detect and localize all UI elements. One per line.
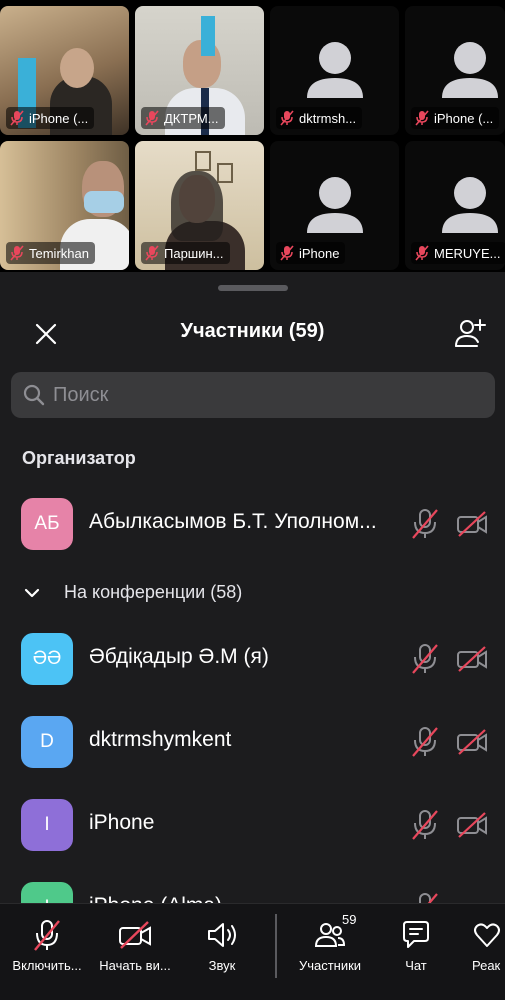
participants-label: Участники xyxy=(298,958,362,973)
participant-name: iPhone xyxy=(89,811,155,834)
participant-name: Абылкасымов Б.Т. Уполном... xyxy=(89,510,377,533)
tile-name-bar: Temirkhan xyxy=(6,242,95,264)
chat-button[interactable]: Чат xyxy=(392,918,440,973)
face-mask xyxy=(84,191,124,213)
start-video-button[interactable]: Начать ви... xyxy=(95,918,175,973)
participant-row[interactable]: ӘӘ Әбдіқадыр Ә.М (я) xyxy=(0,629,505,689)
participant-name: Әбдіқадыр Ә.М (я) xyxy=(89,645,269,668)
chevron-down-icon xyxy=(24,588,40,597)
sheet-header: Участники (59) xyxy=(0,310,505,354)
mic-off-icon[interactable] xyxy=(410,809,440,841)
video-off-icon[interactable] xyxy=(456,645,488,673)
avatar: I xyxy=(21,799,73,851)
tile-name: MERUYE... xyxy=(434,245,501,261)
unmute-label: Включить... xyxy=(12,958,82,973)
mic-off-icon[interactable] xyxy=(410,726,440,758)
tile-name: iPhone (... xyxy=(29,110,89,126)
organizer-section-label: Организатор xyxy=(22,448,136,468)
mic-off-icon xyxy=(280,110,294,126)
toolbar-divider xyxy=(275,914,277,978)
video-off-icon[interactable] xyxy=(456,510,488,538)
tile-name-bar: Паршин... xyxy=(141,242,230,264)
tile-name-bar: MERUYE... xyxy=(411,242,505,264)
unmute-button[interactable]: Включить... xyxy=(8,918,86,973)
tile-name: iPhone xyxy=(299,245,340,261)
video-tile[interactable]: MERUYE... xyxy=(405,141,505,270)
mic-off-icon xyxy=(10,245,24,261)
add-user-icon[interactable] xyxy=(453,316,487,350)
participants-sheet: Участники (59) Организатор АБ Абылкасымо… xyxy=(0,272,505,1000)
mic-off-icon[interactable] xyxy=(410,643,440,675)
avatar-placeholder-icon xyxy=(442,177,498,233)
participants-button[interactable]: 59 Участники xyxy=(292,912,368,973)
tile-name: Temirkhan xyxy=(29,245,89,261)
participant-row[interactable]: D dktrmshymkent xyxy=(0,712,505,772)
video-tile[interactable]: ДКТРМ... xyxy=(135,6,264,135)
video-tile[interactable]: Temirkhan xyxy=(0,141,129,270)
search-input[interactable] xyxy=(53,383,473,407)
flag xyxy=(201,16,215,56)
participant-row-organizer[interactable]: АБ Абылкасымов Б.Т. Уполном... xyxy=(0,494,505,554)
tile-name-bar: dktrmsh... xyxy=(276,107,363,129)
conference-group-toggle[interactable]: На конференции (58) xyxy=(22,582,242,603)
mic-off-icon xyxy=(145,245,159,261)
mic-off-icon xyxy=(145,110,159,126)
tile-name: dktrmsh... xyxy=(299,110,357,126)
audio-label: Звук xyxy=(208,958,236,973)
avatar-placeholder-icon xyxy=(442,42,498,98)
participant-name: dktrmshymkent xyxy=(89,728,232,751)
meeting-toolbar: Включить... Начать ви... Звук 59 Участни… xyxy=(0,903,505,1000)
avatar-placeholder-icon xyxy=(306,177,363,233)
video-grid: iPhone (... ДКТРМ... dktrmsh... iPhone (… xyxy=(0,0,505,272)
tile-name-bar: iPhone (... xyxy=(411,107,500,129)
chat-label: Чат xyxy=(405,958,427,973)
heart-icon xyxy=(474,923,500,947)
video-off-icon[interactable] xyxy=(456,811,488,839)
tile-name-bar: iPhone (... xyxy=(6,107,95,129)
video-tile[interactable]: iPhone (... xyxy=(0,6,129,135)
video-tile[interactable]: iPhone xyxy=(270,141,399,270)
search-icon xyxy=(23,384,45,406)
mic-off-icon xyxy=(280,245,294,261)
mic-off-icon xyxy=(10,110,24,126)
reactions-button[interactable]: Реак xyxy=(472,918,505,973)
video-tile[interactable]: Паршин... xyxy=(135,141,264,270)
tile-name-bar: ДКТРМ... xyxy=(141,107,225,129)
video-off-icon[interactable] xyxy=(456,728,488,756)
audio-button[interactable]: Звук xyxy=(192,918,252,973)
page-title: Участники (59) xyxy=(180,320,325,342)
search-bar[interactable] xyxy=(11,372,495,418)
avatar-placeholder-icon xyxy=(306,42,363,98)
avatar: ӘӘ xyxy=(21,633,73,685)
video-tile[interactable]: dktrmsh... xyxy=(270,6,399,135)
wall-frame xyxy=(217,163,233,183)
mic-off-icon xyxy=(415,110,429,126)
speaker-icon xyxy=(208,923,236,947)
participant-silhouette xyxy=(60,48,94,88)
participants-count-badge: 59 xyxy=(342,912,357,927)
participant-row[interactable]: I iPhone xyxy=(0,795,505,855)
wall-frame xyxy=(195,151,211,171)
chat-icon xyxy=(403,921,429,948)
sheet-grabber[interactable] xyxy=(218,285,288,291)
tile-name: Паршин... xyxy=(164,245,224,261)
tile-name: ДКТРМ... xyxy=(164,110,219,126)
video-off-icon xyxy=(119,921,151,949)
mic-off-icon xyxy=(34,920,60,951)
mic-off-icon xyxy=(415,245,429,261)
video-tile[interactable]: iPhone (... xyxy=(405,6,505,135)
reactions-label: Реак xyxy=(472,958,501,973)
mic-off-icon[interactable] xyxy=(410,508,440,540)
conference-group-label: На конференции (58) xyxy=(64,582,243,602)
tile-name: iPhone (... xyxy=(434,110,494,126)
start-video-label: Начать ви... xyxy=(99,958,171,973)
avatar: АБ xyxy=(21,498,73,550)
participant-hair xyxy=(171,171,223,241)
avatar: D xyxy=(21,716,73,768)
tile-name-bar: iPhone xyxy=(276,242,346,264)
